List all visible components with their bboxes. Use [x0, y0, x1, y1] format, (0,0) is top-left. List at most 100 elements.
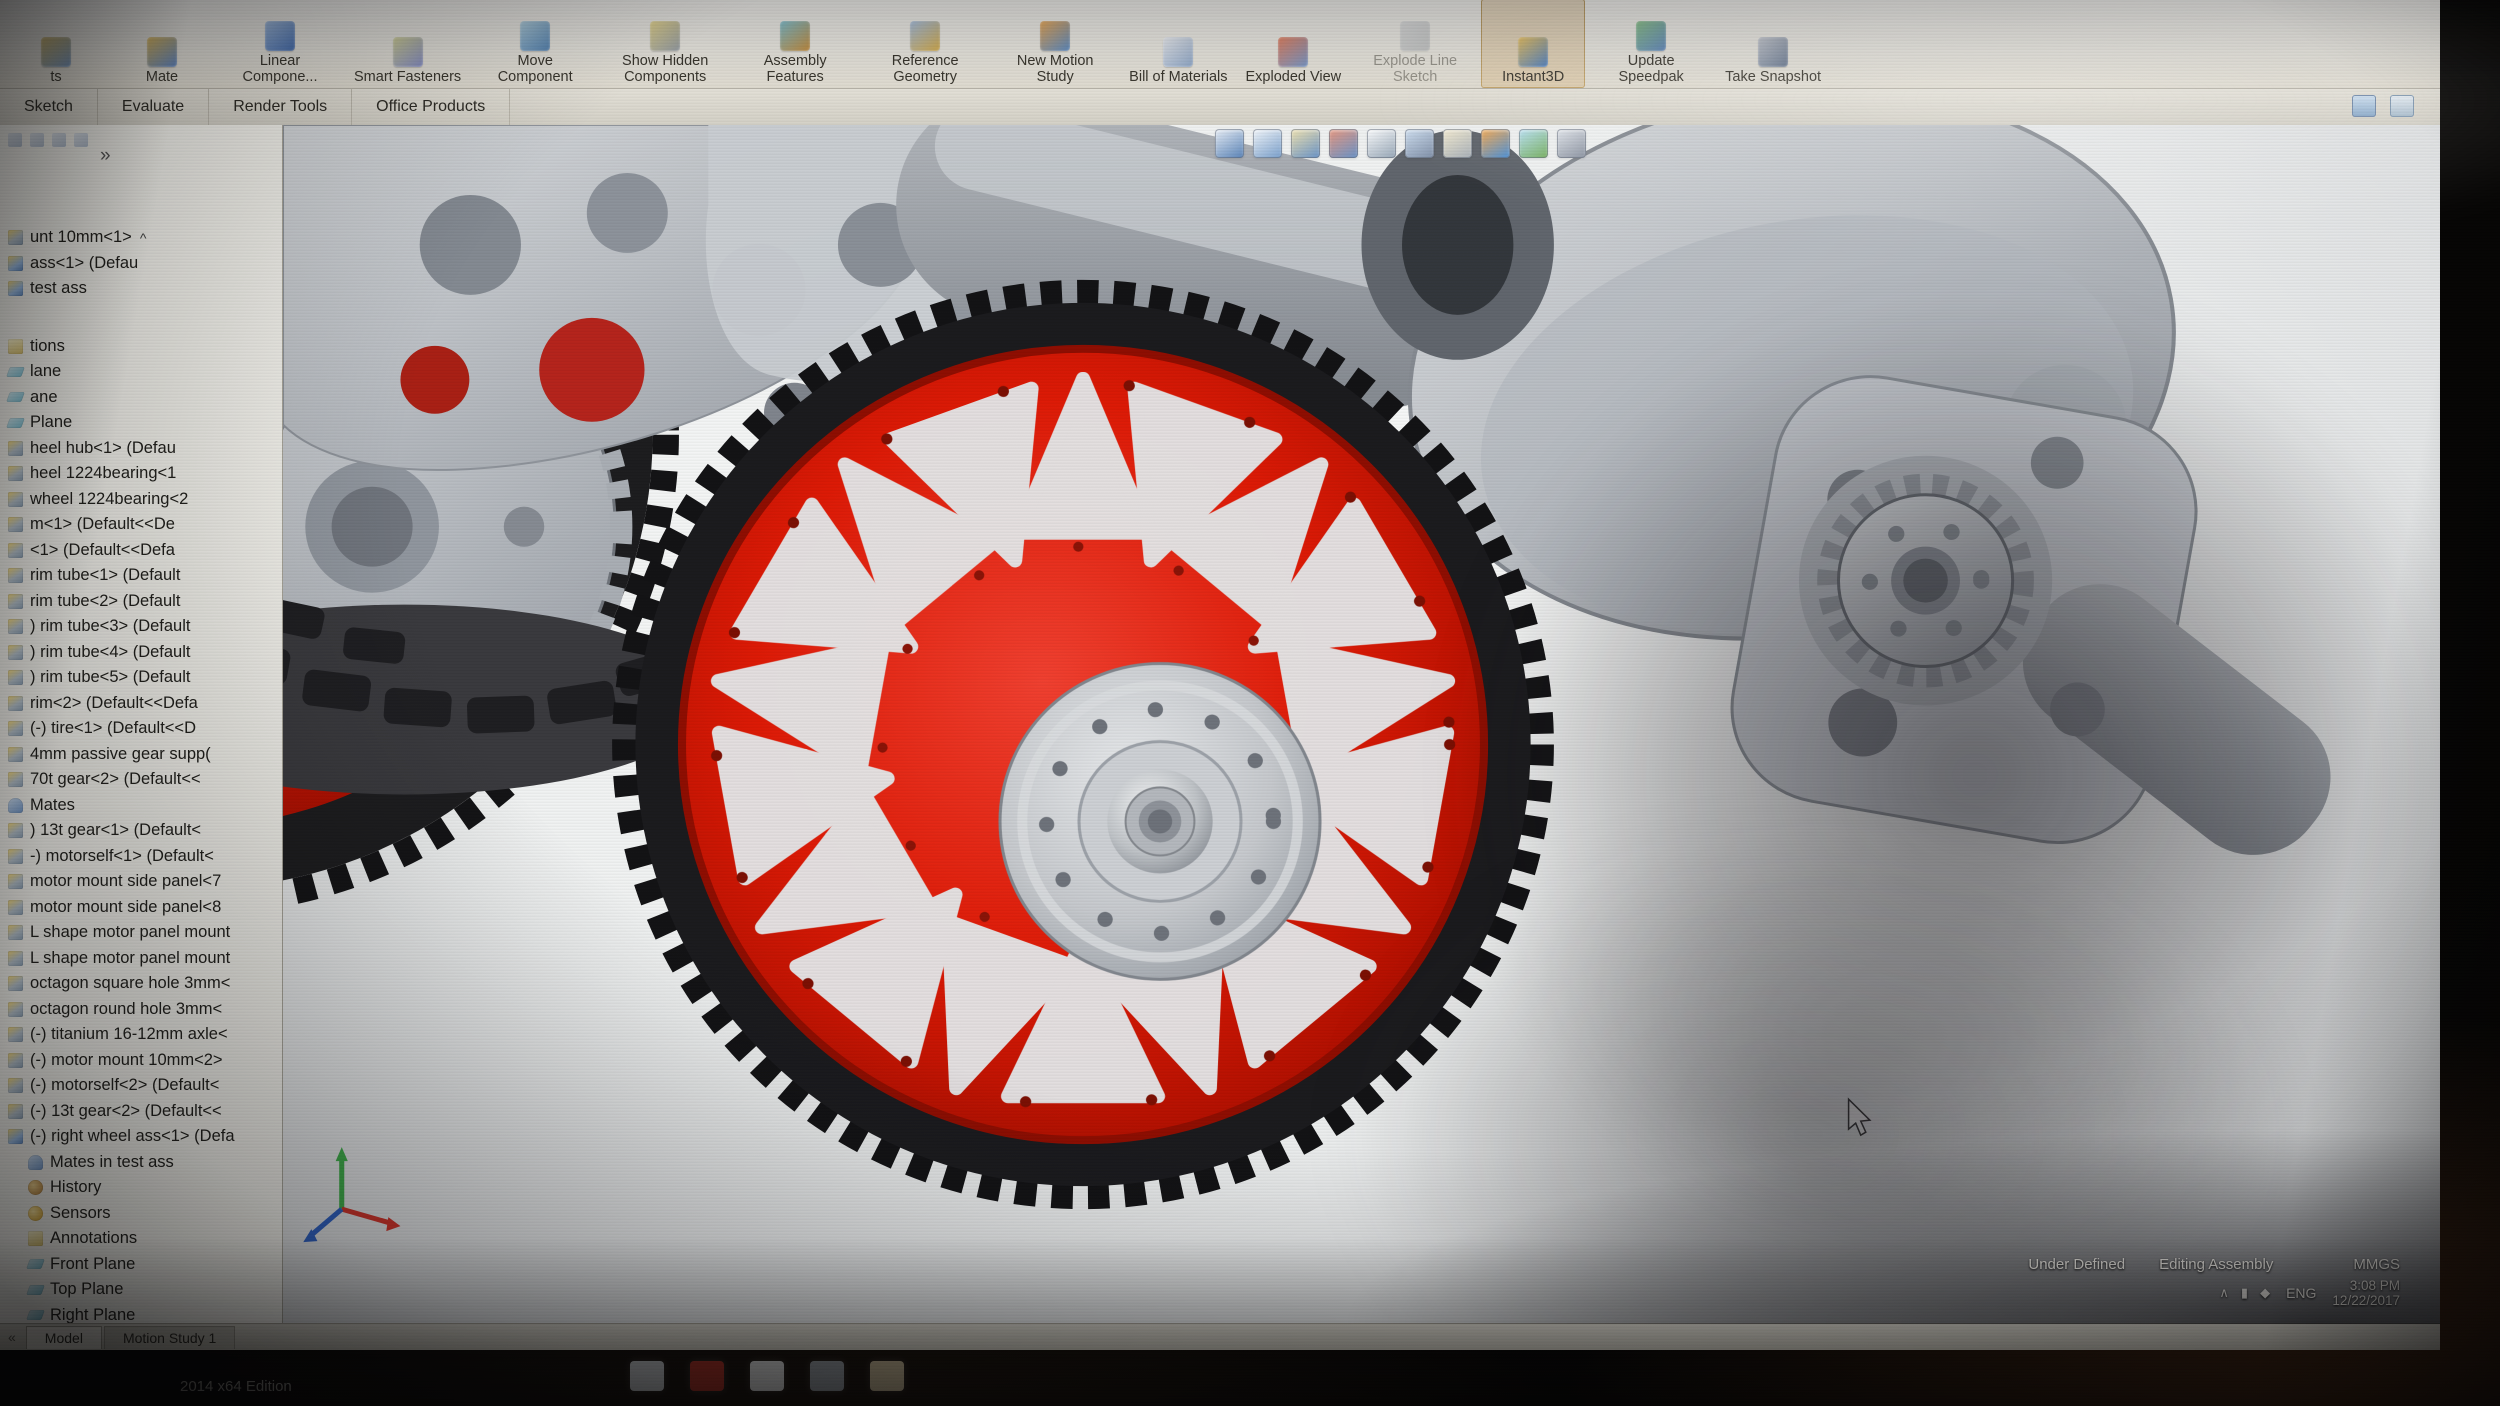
previous-view-icon[interactable] — [1291, 129, 1320, 158]
minimize-document-icon[interactable] — [2352, 95, 2376, 117]
tree-item[interactable]: octagon square hole 3mm< — [0, 971, 282, 997]
tree-item[interactable]: Right Plane — [0, 1303, 282, 1325]
taskbar-app-icon-5[interactable] — [870, 1361, 904, 1391]
hidden-icons-chevron[interactable]: ∧ — [2219, 1285, 2229, 1301]
tree-item[interactable]: (-) tire<1> (Default<<D — [0, 716, 282, 742]
tree-item[interactable]: (-) motor mount 10mm<2> — [0, 1048, 282, 1074]
tree-item[interactable]: motor mount side panel<8 — [0, 895, 282, 921]
tree-item-collapse-arrow[interactable]: ^ — [140, 230, 147, 246]
propertymanager-icon[interactable] — [30, 133, 44, 147]
toolbar-button[interactable]: Update Speedpak — [1587, 0, 1715, 88]
tree-item[interactable]: Plane — [0, 410, 282, 436]
configurationmanager-icon[interactable] — [52, 133, 66, 147]
toolbar-button[interactable]: Exploded View — [1237, 0, 1349, 88]
part-icon — [8, 874, 23, 889]
tab-model[interactable]: Model — [26, 1326, 102, 1349]
toolbar-button[interactable]: Bill of Materials — [1121, 0, 1235, 88]
tree-item[interactable]: ) rim tube<4> (Default — [0, 640, 282, 666]
toolbar-button[interactable]: Smart Fasteners — [346, 0, 469, 88]
tree-item[interactable]: 70t gear<2> (Default<< — [0, 767, 282, 793]
tree-item-label: heel 1224bearing<1 — [30, 464, 176, 483]
view-orientation-icon[interactable] — [1367, 129, 1396, 158]
toolbar-button[interactable]: ts — [4, 0, 108, 88]
toolbar-button[interactable]: New Motion Study — [991, 0, 1119, 88]
tree-item[interactable]: (-) titanium 16-12mm axle< — [0, 1022, 282, 1048]
tree-item[interactable]: L shape motor panel mount — [0, 946, 282, 972]
tree-item[interactable]: ass<1> (Defau — [0, 251, 282, 277]
tree-item[interactable]: heel hub<1> (Defau — [0, 436, 282, 462]
zoom-to-fit-icon[interactable] — [1215, 129, 1244, 158]
toolbar-button[interactable]: Reference Geometry — [861, 0, 989, 88]
taskbar-app-icon-1[interactable] — [630, 1361, 664, 1391]
volume-icon[interactable]: ◆ — [2260, 1285, 2270, 1301]
featuremanager-tree-icon[interactable] — [8, 133, 22, 147]
tree-item[interactable]: Mates in test ass — [0, 1150, 282, 1176]
tree-item[interactable]: ) 13t gear<1> (Default< — [0, 818, 282, 844]
hide-show-items-icon[interactable] — [1443, 129, 1472, 158]
taskbar-app-icon-2[interactable] — [690, 1361, 724, 1391]
tree-item[interactable]: (-) 13t gear<2> (Default<< — [0, 1099, 282, 1125]
ribbon-tab[interactable]: Evaluate — [98, 89, 209, 125]
tree-item[interactable]: rim<2> (Default<<Defa — [0, 691, 282, 717]
tree-item[interactable]: Mates — [0, 793, 282, 819]
edit-appearance-icon[interactable] — [1481, 129, 1510, 158]
ribbon-tab[interactable]: Office Products — [352, 89, 510, 125]
language-indicator[interactable]: ENG — [2286, 1285, 2316, 1301]
restore-document-icon[interactable] — [2390, 95, 2414, 117]
toolbar-button[interactable]: Linear Compone... — [216, 0, 344, 88]
tree-item[interactable]: m<1> (Default<<De — [0, 512, 282, 538]
ribbon-tab[interactable]: Render Tools — [209, 89, 352, 125]
toolbar-button[interactable]: Explode Line Sketch — [1351, 0, 1479, 88]
tree-item[interactable]: heel 1224bearing<1 — [0, 461, 282, 487]
tab-motion-study[interactable]: Motion Study 1 — [104, 1326, 235, 1349]
units-selector[interactable]: MMGS — [2353, 1256, 2400, 1273]
take-snapshot-icon — [1758, 37, 1788, 67]
tree-item[interactable]: (-) motorself<2> (Default< — [0, 1073, 282, 1099]
tree-item[interactable]: 4mm passive gear supp( — [0, 742, 282, 768]
zoom-to-area-icon[interactable] — [1253, 129, 1282, 158]
tree-item[interactable]: ) rim tube<3> (Default — [0, 614, 282, 640]
tree-item[interactable]: tions — [0, 334, 282, 360]
taskbar-app-icon-3[interactable] — [750, 1361, 784, 1391]
tree-item[interactable]: -) motorself<1> (Default< — [0, 844, 282, 870]
tree-item[interactable]: Front Plane — [0, 1252, 282, 1278]
tree-item[interactable]: motor mount side panel<7 — [0, 869, 282, 895]
toolbar-button[interactable]: Take Snapshot — [1717, 0, 1829, 88]
toolbar-button[interactable]: Assembly Features — [731, 0, 859, 88]
display-style-icon[interactable] — [1405, 129, 1434, 158]
tree-item[interactable] — [0, 302, 282, 334]
graphics-viewport[interactable]: Under Defined Editing Assembly MMGS ∧ ▮ — [283, 125, 2440, 1324]
tree-item[interactable]: wheel 1224bearing<2 — [0, 487, 282, 513]
clock[interactable]: 3:08 PM 12/22/2017 — [2332, 1278, 2400, 1308]
panel-expand-chevron[interactable]: » — [100, 145, 111, 167]
dimxpert-icon[interactable] — [74, 133, 88, 147]
view-settings-icon[interactable] — [1557, 129, 1586, 158]
tree-item[interactable]: lane — [0, 359, 282, 385]
tree-item[interactable]: Sensors — [0, 1201, 282, 1227]
tree-item[interactable]: rim tube<2> (Default — [0, 589, 282, 615]
taskbar-app-icon-4[interactable] — [810, 1361, 844, 1391]
tab-overflow-chevron[interactable]: « — [8, 1329, 16, 1345]
toolbar-button[interactable]: Show Hidden Components — [601, 0, 729, 88]
toolbar-button[interactable]: Instant3D — [1481, 0, 1585, 88]
network-icon[interactable]: ▮ — [2241, 1285, 2248, 1301]
section-view-icon[interactable] — [1329, 129, 1358, 158]
tree-item[interactable]: Annotations — [0, 1226, 282, 1252]
ribbon-tab[interactable]: Sketch — [0, 89, 98, 125]
tree-item[interactable]: (-) right wheel ass<1> (Defa — [0, 1124, 282, 1150]
toolbar-button[interactable]: Mate — [110, 0, 214, 88]
tree-item[interactable]: History — [0, 1175, 282, 1201]
tree-item[interactable]: ane — [0, 385, 282, 411]
tree-item[interactable]: L shape motor panel mount — [0, 920, 282, 946]
tree-item[interactable]: <1> (Default<<Defa — [0, 538, 282, 564]
apply-scene-icon[interactable] — [1519, 129, 1548, 158]
wheel-hub[interactable] — [1000, 664, 1320, 980]
toolbar-button[interactable]: Move Component — [471, 0, 599, 88]
tree-item[interactable]: octagon round hole 3mm< — [0, 997, 282, 1023]
assembly-3d-scene[interactable] — [283, 125, 2440, 1324]
tree-item[interactable]: rim tube<1> (Default — [0, 563, 282, 589]
tree-item[interactable]: unt 10mm<1> ^ — [0, 225, 282, 251]
tree-item[interactable]: Top Plane — [0, 1277, 282, 1303]
tree-item[interactable]: test ass — [0, 276, 282, 302]
tree-item[interactable]: ) rim tube<5> (Default — [0, 665, 282, 691]
